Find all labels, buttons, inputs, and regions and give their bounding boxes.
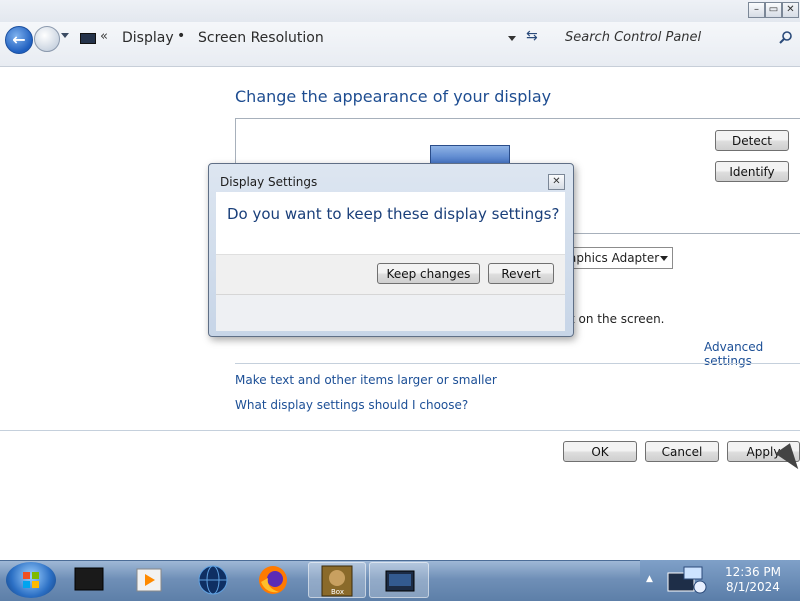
windows-logo-icon: [23, 572, 39, 588]
taskbar-box-game-app[interactable]: Box: [308, 562, 366, 598]
window-titlebar: [0, 0, 800, 22]
show-hidden-icons-button[interactable]: ▲: [646, 574, 653, 584]
text-size-link[interactable]: Make text and other items larger or smal…: [235, 373, 497, 387]
display-settings-icon: [385, 570, 415, 592]
taskbar-network-globe-app[interactable]: [186, 562, 240, 598]
dialog-close-button[interactable]: ✕: [548, 174, 565, 190]
search-icon[interactable]: [778, 30, 794, 46]
revert-button[interactable]: Revert: [488, 263, 554, 284]
network-tray-icon[interactable]: [662, 563, 712, 597]
dialog-question: Do you want to keep these display settin…: [227, 205, 560, 223]
divider: [235, 363, 800, 364]
footer-divider: [0, 430, 800, 431]
dialog-bottom-panel: [216, 294, 565, 331]
clock-time: 12:36 PM: [725, 565, 781, 579]
taskbar-screen-app[interactable]: [62, 562, 116, 598]
back-arrow-icon: ←: [12, 30, 26, 49]
display-screen-icon: [74, 567, 104, 591]
breadcrumb-overflow-chevron[interactable]: «: [100, 29, 108, 44]
dialog-body: [216, 192, 565, 254]
breadcrumb-display[interactable]: Display: [122, 30, 174, 46]
close-window-button[interactable]: ✕: [782, 2, 799, 18]
recent-pages-dropdown-icon[interactable]: [61, 33, 69, 38]
cancel-button[interactable]: Cancel: [645, 441, 719, 462]
address-dropdown-icon[interactable]: [508, 36, 516, 41]
chevron-down-icon: [660, 256, 668, 261]
svg-text:Box: Box: [331, 588, 344, 596]
detect-button[interactable]: Detect: [715, 130, 789, 151]
orientation-hint-text: t on the screen.: [570, 312, 665, 326]
media-player-icon: [136, 568, 162, 592]
firefox-icon: [259, 566, 287, 594]
taskbar-display-app[interactable]: [369, 562, 429, 598]
dialog-title: Display Settings: [220, 175, 318, 189]
taskbar-media-player-app[interactable]: [122, 562, 176, 598]
control-panel-icon: [80, 33, 96, 44]
display-help-link[interactable]: What display settings should I choose?: [235, 398, 468, 412]
keep-changes-button[interactable]: Keep changes: [377, 263, 480, 284]
page-title: Change the appearance of your display: [235, 87, 552, 106]
back-button[interactable]: ←: [5, 26, 33, 54]
minimize-button[interactable]: –: [748, 2, 765, 18]
globe-icon: [198, 565, 228, 595]
identify-button[interactable]: Identify: [715, 161, 789, 182]
breadcrumb-screen-resolution[interactable]: Screen Resolution: [198, 30, 324, 46]
taskbar-clock[interactable]: 12:36 PM 8/1/2024: [718, 565, 788, 595]
maximize-button[interactable]: ▭: [765, 2, 782, 18]
start-button[interactable]: [6, 562, 56, 598]
forward-button[interactable]: [34, 26, 60, 52]
clock-date: 8/1/2024: [726, 580, 780, 594]
taskbar-firefox-app[interactable]: [246, 562, 300, 598]
search-input[interactable]: Search Control Panel: [565, 30, 701, 45]
box-game-icon: Box: [321, 565, 353, 597]
breadcrumb-separator-icon[interactable]: •: [177, 28, 185, 44]
refresh-icon[interactable]: ⇆: [526, 28, 538, 44]
ok-button[interactable]: OK: [563, 441, 637, 462]
display-select[interactable]: aphics Adapter: [560, 247, 673, 269]
